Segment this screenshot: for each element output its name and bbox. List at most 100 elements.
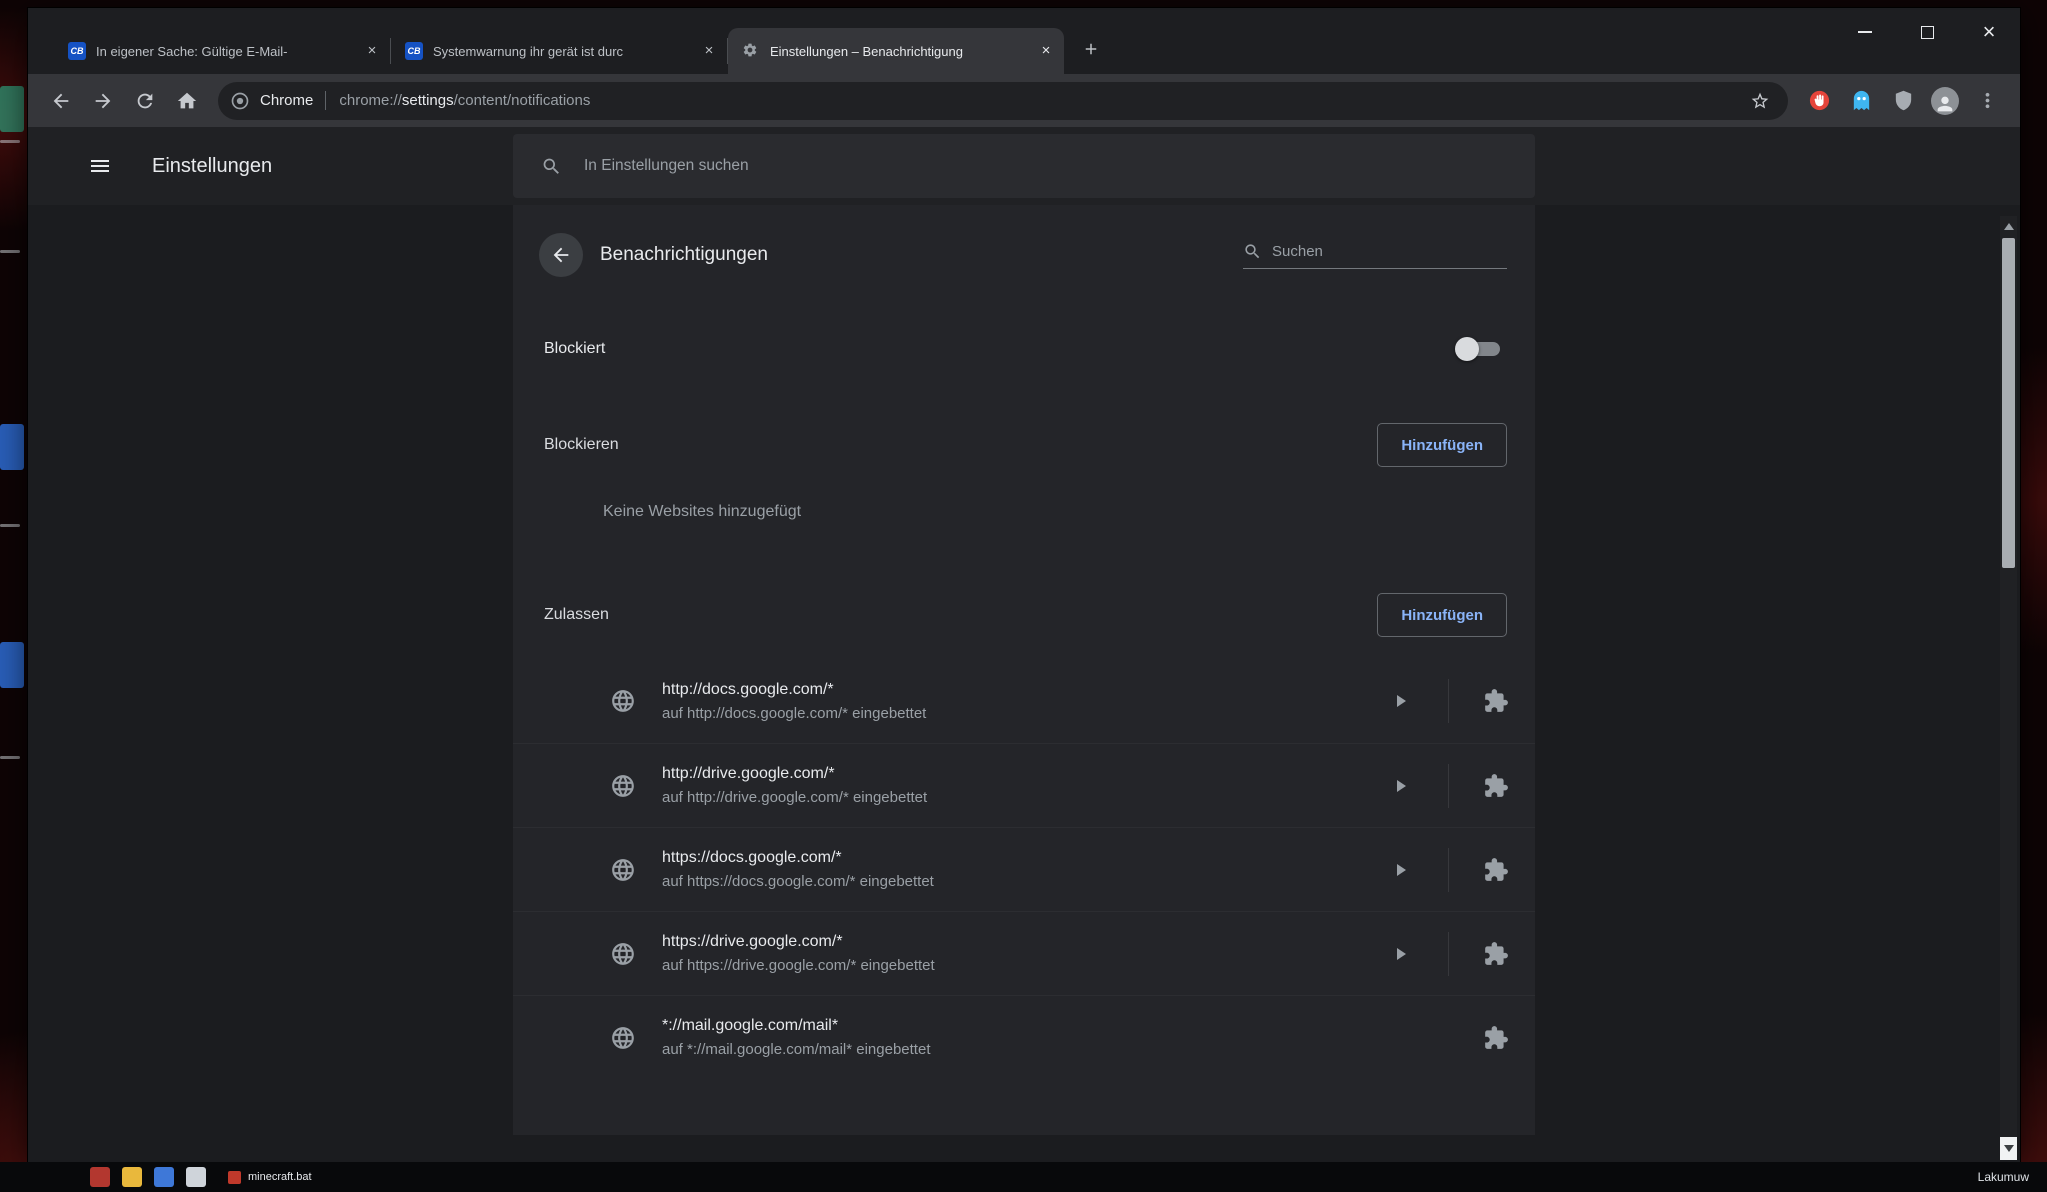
tab-settings-notifications[interactable]: Einstellungen – Benachrichtigung ×: [728, 28, 1064, 74]
row-actions: [1483, 1025, 1509, 1051]
forward-button[interactable]: [82, 80, 124, 122]
tab-close-button[interactable]: ×: [1036, 41, 1056, 61]
blocked-toggle-row: Blockiert: [513, 297, 1535, 401]
avatar: [1931, 86, 1959, 115]
settings-search-input[interactable]: [584, 157, 1535, 175]
globe-icon: [610, 941, 636, 967]
expand-arrow-icon[interactable]: [1397, 779, 1406, 792]
omnibox-divider: [325, 91, 327, 110]
blocked-toggle[interactable]: [1455, 337, 1504, 361]
profile-avatar-button[interactable]: [1924, 80, 1966, 122]
home-icon: [176, 90, 198, 112]
site-url: http://docs.google.com/*: [662, 680, 834, 698]
row-actions: [1397, 763, 1509, 808]
site-row[interactable]: *://mail.google.com/mail* auf *://mail.g…: [513, 995, 1535, 1079]
site-row[interactable]: http://docs.google.com/* auf http://docs…: [513, 659, 1535, 743]
taskbar-icon[interactable]: [186, 1167, 206, 1187]
adblocker-icon: [1808, 89, 1831, 112]
shield-icon: [1892, 89, 1915, 112]
minimize-button[interactable]: [1834, 8, 1896, 56]
taskbar-folder-icon[interactable]: [122, 1167, 142, 1187]
globe-icon: [610, 1025, 636, 1051]
allowed-sites-list: http://docs.google.com/* auf http://docs…: [513, 659, 1535, 1079]
site-text: http://drive.google.com/* auf http://dri…: [662, 765, 927, 806]
taskbar-item-label: minecraft.bat: [248, 1171, 312, 1183]
browser-toolbar: Chrome chrome://settings/content/notific…: [28, 74, 2020, 127]
taskbar-icon[interactable]: [90, 1167, 110, 1187]
add-allow-button[interactable]: Hinzufügen: [1377, 593, 1507, 637]
desktop-icon-fragment: [0, 424, 24, 470]
star-icon: [1750, 91, 1770, 111]
person-icon: [1934, 93, 1956, 115]
home-button[interactable]: [166, 80, 208, 122]
site-row[interactable]: http://drive.google.com/* auf http://dri…: [513, 743, 1535, 827]
scrollbar[interactable]: [2000, 216, 2017, 1160]
site-url: *://mail.google.com/mail*: [662, 1017, 839, 1034]
settings-header: Einstellungen: [28, 127, 2020, 205]
globe-icon: [610, 773, 636, 799]
settings-content: Benachrichtigungen Blockiert Blockieren: [28, 205, 2020, 1162]
tab-systemwarnung[interactable]: CB Systemwarnung ihr gerät ist durc ×: [391, 28, 727, 74]
omnibox-brand-label: Chrome: [260, 92, 314, 109]
site-search-input[interactable]: [1272, 242, 1507, 260]
up-arrow-icon: [2003, 222, 2014, 230]
empty-state-text: Keine Websites hinzugefügt: [603, 503, 802, 520]
site-text: https://drive.google.com/* auf https://d…: [662, 933, 935, 974]
back-arrow-icon: [50, 90, 72, 112]
bookmark-star-button[interactable]: [1744, 85, 1776, 117]
shield-extension-button[interactable]: [1882, 80, 1924, 122]
expand-arrow-icon[interactable]: [1397, 863, 1406, 876]
adblocker-extension-button[interactable]: [1798, 80, 1840, 122]
taskbar: minecraft.bat Lakumuw: [0, 1162, 2047, 1192]
search-icon: [541, 156, 562, 177]
add-block-button[interactable]: Hinzufügen: [1377, 423, 1507, 467]
extension-puzzle-icon: [1483, 773, 1509, 799]
gear-icon: [742, 42, 760, 60]
site-embedded-note: auf http://drive.google.com/* eingebette…: [662, 789, 928, 806]
settings-search-field[interactable]: [513, 134, 1535, 198]
tab-close-button[interactable]: ×: [362, 41, 382, 61]
reload-button[interactable]: [124, 80, 166, 122]
browser-menu-button[interactable]: [1966, 80, 2008, 122]
scrollbar-thumb[interactable]: [2002, 238, 2015, 568]
maximize-button[interactable]: [1896, 8, 1958, 56]
close-icon: ×: [1982, 19, 1996, 44]
site-url: https://drive.google.com/*: [662, 933, 843, 950]
desktop-icon-fragment: [0, 86, 24, 132]
site-search-field[interactable]: [1243, 242, 1507, 269]
desktop-icon-fragment: [0, 642, 24, 688]
browser-window: CB In eigener Sache: Gültige E-Mail- × C…: [28, 8, 2020, 1162]
page-back-button[interactable]: [539, 233, 583, 277]
tab-close-button[interactable]: ×: [699, 41, 719, 61]
desktop-background: CB In eigener Sache: Gültige E-Mail- × C…: [0, 0, 2047, 1192]
expand-arrow-icon[interactable]: [1397, 695, 1406, 707]
site-row[interactable]: https://drive.google.com/* auf https://d…: [513, 911, 1535, 995]
globe-icon: [610, 688, 636, 714]
site-row[interactable]: https://docs.google.com/* auf https://do…: [513, 827, 1535, 911]
scroll-up-button[interactable]: [2000, 216, 2017, 236]
desktop-icon-fragment: [0, 524, 20, 527]
new-tab-button[interactable]: [1076, 35, 1106, 65]
tab-title: Systemwarnung ihr gerät ist durc: [433, 43, 624, 59]
row-actions: [1397, 931, 1509, 976]
row-divider: [1448, 847, 1449, 892]
back-button[interactable]: [40, 80, 82, 122]
blocked-label: Blockiert: [544, 340, 606, 357]
expand-arrow-icon[interactable]: [1397, 947, 1406, 960]
allow-section-label: Zulassen: [544, 606, 609, 623]
tab-email-article[interactable]: CB In eigener Sache: Gültige E-Mail- ×: [54, 28, 390, 74]
extension-puzzle-icon: [1483, 688, 1509, 714]
taskbar-icon[interactable]: [154, 1167, 174, 1187]
tab-title: Einstellungen – Benachrichtigung: [770, 43, 963, 59]
hamburger-icon: [88, 154, 112, 178]
taskbar-right-label[interactable]: Lakumuw: [1978, 1170, 2029, 1184]
window-close-button[interactable]: ×: [1958, 8, 2020, 56]
settings-menu-button[interactable]: [78, 144, 122, 188]
scroll-down-button[interactable]: [2000, 1137, 2017, 1160]
block-section-row: Blockieren Hinzufügen: [513, 401, 1535, 489]
address-bar[interactable]: Chrome chrome://settings/content/notific…: [218, 81, 1788, 120]
omnibox-url: chrome://settings/content/notifications: [339, 92, 591, 109]
settings-title: Einstellungen: [152, 154, 273, 177]
ghostery-extension-button[interactable]: [1840, 80, 1882, 122]
taskbar-item[interactable]: minecraft.bat: [228, 1170, 312, 1184]
